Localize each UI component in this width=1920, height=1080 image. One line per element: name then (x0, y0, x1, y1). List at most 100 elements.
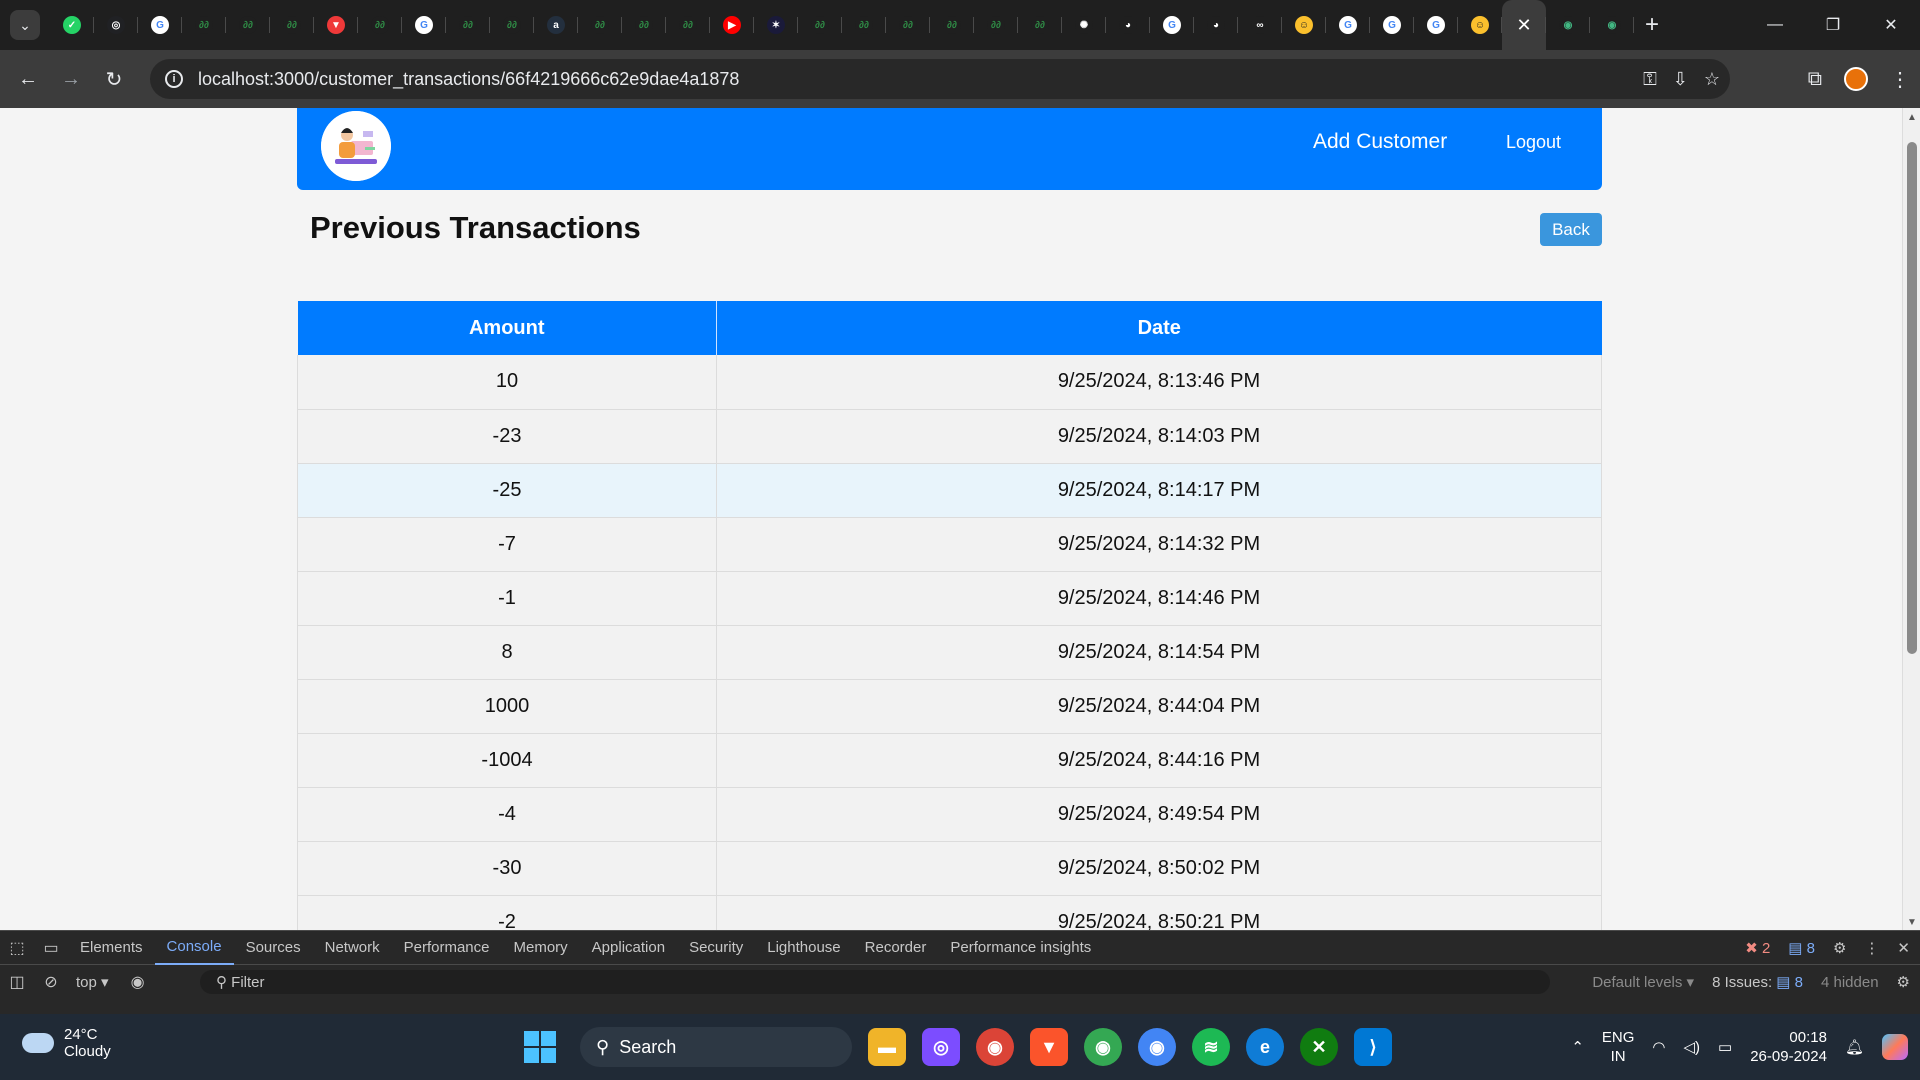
windows-start-icon[interactable] (524, 1031, 556, 1063)
password-key-icon[interactable]: ⚿ (1643, 69, 1657, 90)
browser-tab[interactable]: ∂∂ (886, 0, 930, 50)
scroll-up-icon[interactable]: ▲ (1907, 112, 1917, 123)
browser-tab[interactable]: ▼ (314, 0, 358, 50)
chrome-profile-icon[interactable]: ◉ (1084, 1028, 1122, 1066)
console-settings-icon[interactable]: ⚙ (1897, 973, 1910, 991)
address-bar[interactable]: i localhost:3000/customer_transactions/6… (150, 59, 1730, 99)
language-indicator[interactable]: ENG IN (1602, 1028, 1635, 1066)
devtools-settings-icon[interactable]: ⚙ (1833, 939, 1846, 957)
browser-tab[interactable]: ◉ (1590, 0, 1634, 50)
wifi-icon[interactable]: ◠ (1652, 1038, 1665, 1056)
devtools-tab-network[interactable]: Network (313, 931, 392, 965)
devtools-tab-lighthouse[interactable]: Lighthouse (755, 931, 852, 965)
browser-tab[interactable]: ∂∂ (578, 0, 622, 50)
browser-tab[interactable]: ◕ (1106, 0, 1150, 50)
volume-icon[interactable]: ◁) (1684, 1038, 1701, 1056)
browser-tab[interactable]: ∂∂ (666, 0, 710, 50)
tab-search-button[interactable]: ⌄ (10, 10, 40, 40)
new-tab-button[interactable]: + (1634, 0, 1670, 50)
browser-tab[interactable]: ∂∂ (446, 0, 490, 50)
devtools-tab-sources[interactable]: Sources (234, 931, 313, 965)
browser-tab[interactable]: ∂∂ (358, 0, 402, 50)
browser-tab[interactable]: ∞ (1238, 0, 1282, 50)
browser-tab[interactable]: ◕ (1194, 0, 1238, 50)
browser-tab[interactable]: ∂∂ (930, 0, 974, 50)
browser-tab[interactable]: G (1150, 0, 1194, 50)
devtools-tab-security[interactable]: Security (677, 931, 755, 965)
reload-icon[interactable]: ↻ (94, 59, 134, 99)
inspect-element-icon[interactable]: ⬚ (0, 938, 34, 958)
device-toolbar-icon[interactable]: ▭ (34, 938, 68, 958)
extensions-icon[interactable]: ⧉ (1808, 68, 1822, 91)
install-app-icon[interactable]: ⇩ (1673, 69, 1688, 90)
browser-tab[interactable]: ✶ (754, 0, 798, 50)
browser-tab[interactable]: ✓ (50, 0, 94, 50)
clock[interactable]: 00:18 26-09-2024 (1750, 1028, 1827, 1066)
minimize-button[interactable]: — (1746, 0, 1804, 50)
devtools-tab-elements[interactable]: Elements (68, 931, 155, 965)
back-nav-icon[interactable]: ← (8, 59, 48, 99)
error-count-badge[interactable]: ✖ 2 (1745, 939, 1770, 957)
photos-app-icon[interactable]: ◎ (922, 1028, 960, 1066)
browser-tab[interactable]: ∂∂ (622, 0, 666, 50)
browser-tab[interactable]: G (402, 0, 446, 50)
tray-chevron-up-icon[interactable]: ⌃ (1571, 1038, 1584, 1056)
browser-tab[interactable]: G (1414, 0, 1458, 50)
log-levels-select[interactable]: Default levels ▾ (1592, 973, 1694, 991)
context-select[interactable]: top ▾ (76, 973, 109, 991)
chrome-active-icon[interactable]: ◉ (1138, 1028, 1176, 1066)
browser-tab[interactable]: G (1370, 0, 1414, 50)
close-window-button[interactable]: ✕ (1862, 0, 1920, 50)
devtools-tab-memory[interactable]: Memory (502, 931, 580, 965)
devtools-tab-performance[interactable]: Performance (392, 931, 502, 965)
browser-tab[interactable]: ∂∂ (270, 0, 314, 50)
browser-tab[interactable]: ☺ (1282, 0, 1326, 50)
chrome-icon[interactable]: ◉ (976, 1028, 1014, 1066)
browser-tab[interactable]: a (534, 0, 578, 50)
live-expression-eye-icon[interactable]: ◉ (121, 972, 155, 992)
weather-widget[interactable]: 24°C Cloudy (22, 1026, 111, 1060)
copilot-icon[interactable] (1882, 1034, 1908, 1060)
brave-icon[interactable]: ▼ (1030, 1028, 1068, 1066)
browser-tab[interactable]: G (1326, 0, 1370, 50)
devtools-tab-recorder[interactable]: Recorder (853, 931, 939, 965)
browser-tab[interactable]: ◎ (94, 0, 138, 50)
notification-bell-icon[interactable]: 🔔︎ (1845, 1038, 1864, 1056)
scroll-down-icon[interactable]: ▼ (1907, 917, 1917, 928)
xbox-icon[interactable]: ✕ (1300, 1028, 1338, 1066)
taskbar-search[interactable]: ⚲ Search (580, 1027, 852, 1067)
site-info-icon[interactable]: i (154, 70, 194, 88)
browser-tab[interactable]: ∂∂ (182, 0, 226, 50)
site-logo[interactable] (321, 111, 391, 181)
url-text[interactable]: localhost:3000/customer_transactions/66f… (198, 69, 739, 90)
devtools-menu-icon[interactable]: ⋮ (1864, 939, 1879, 957)
active-browser-tab[interactable]: ✕ (1502, 0, 1546, 50)
add-customer-link[interactable]: Add Customer (1313, 130, 1447, 154)
message-count-badge[interactable]: ▤ 8 (1788, 939, 1815, 957)
browser-tab[interactable]: ∂∂ (226, 0, 270, 50)
menu-kebab-icon[interactable]: ⋮ (1890, 67, 1910, 92)
spotify-icon[interactable]: ≋ (1192, 1028, 1230, 1066)
issues-link[interactable]: 8 Issues: ▤ 8 (1712, 973, 1803, 991)
browser-tab[interactable]: G (138, 0, 182, 50)
console-filter-input[interactable]: ⚲ Filter (200, 970, 1550, 994)
browser-tab[interactable]: ∂∂ (1018, 0, 1062, 50)
vscode-icon[interactable]: ⟩ (1354, 1028, 1392, 1066)
back-button[interactable]: Back (1540, 213, 1602, 246)
browser-tab[interactable]: ∂∂ (490, 0, 534, 50)
scrollbar-thumb[interactable] (1907, 142, 1917, 654)
forward-nav-icon[interactable]: → (51, 59, 91, 99)
edge-icon[interactable]: e (1246, 1028, 1284, 1066)
browser-tab[interactable]: ✺ (1062, 0, 1106, 50)
browser-tab[interactable]: ☺ (1458, 0, 1502, 50)
battery-icon[interactable]: ▭ (1718, 1038, 1732, 1056)
bookmark-star-icon[interactable]: ☆ (1704, 69, 1720, 90)
browser-tab[interactable]: ∂∂ (842, 0, 886, 50)
browser-tab[interactable]: ▶ (710, 0, 754, 50)
restore-button[interactable]: ❐ (1804, 0, 1862, 50)
page-scrollbar[interactable]: ▲ ▼ (1902, 108, 1920, 930)
clear-console-icon[interactable]: ⊘ (34, 972, 68, 992)
file-explorer-icon[interactable]: ▬ (868, 1028, 906, 1066)
devtools-tab-application[interactable]: Application (580, 931, 677, 965)
browser-tab[interactable]: ∂∂ (798, 0, 842, 50)
